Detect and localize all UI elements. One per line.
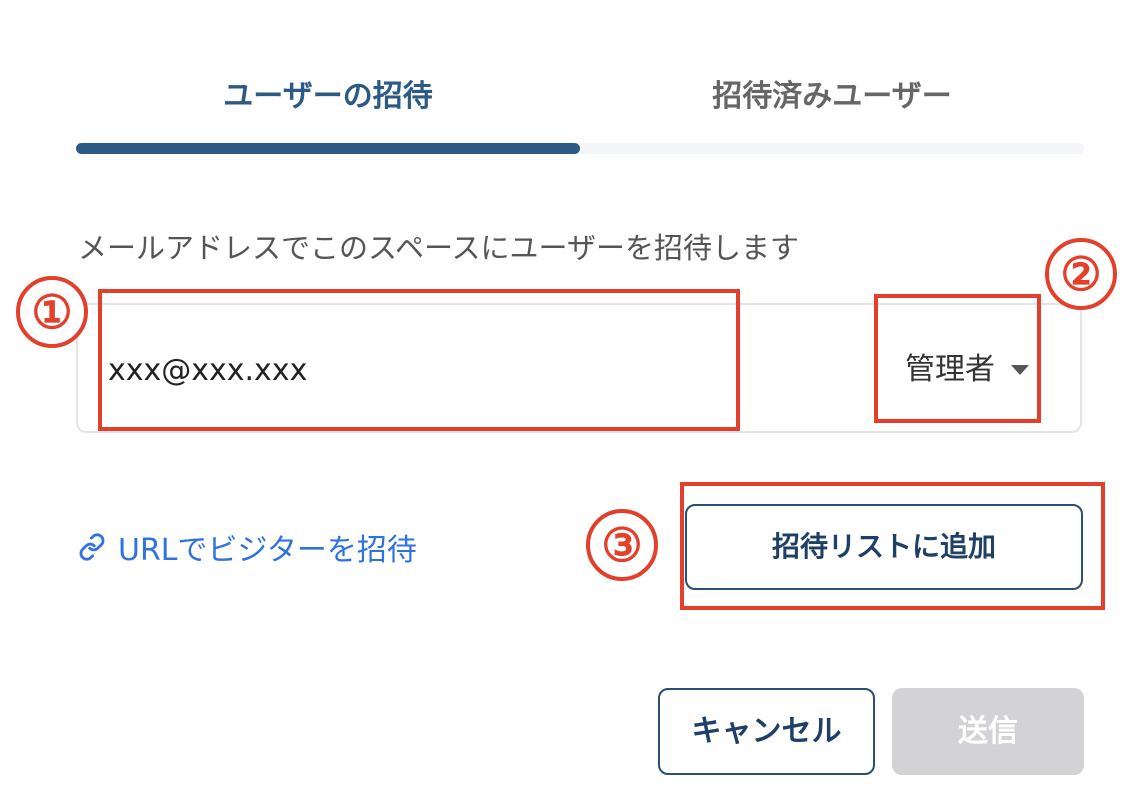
annotation-marker-1: ① — [16, 276, 88, 348]
link-icon — [79, 533, 105, 561]
annotation-box-role — [874, 294, 1041, 423]
url-invite-link-label: URLでビジターを招待 — [118, 533, 417, 568]
tab-invite-users[interactable]: ユーザーの招待 — [76, 70, 580, 124]
annotation-box-add-button — [680, 482, 1105, 610]
active-tab-indicator — [76, 143, 580, 154]
url-invite-link[interactable]: URLでビジターを招待 — [78, 525, 417, 569]
tab-invited-users[interactable]: 招待済みユーザー — [580, 70, 1084, 124]
annotation-marker-2: ② — [1045, 238, 1117, 310]
annotation-marker-3: ③ — [586, 509, 658, 581]
invite-description: メールアドレスでこのスペースにユーザーを招待します — [78, 231, 799, 265]
cancel-button[interactable]: キャンセル — [658, 688, 875, 775]
send-button: 送信 — [892, 688, 1084, 775]
annotation-box-email — [98, 289, 740, 431]
